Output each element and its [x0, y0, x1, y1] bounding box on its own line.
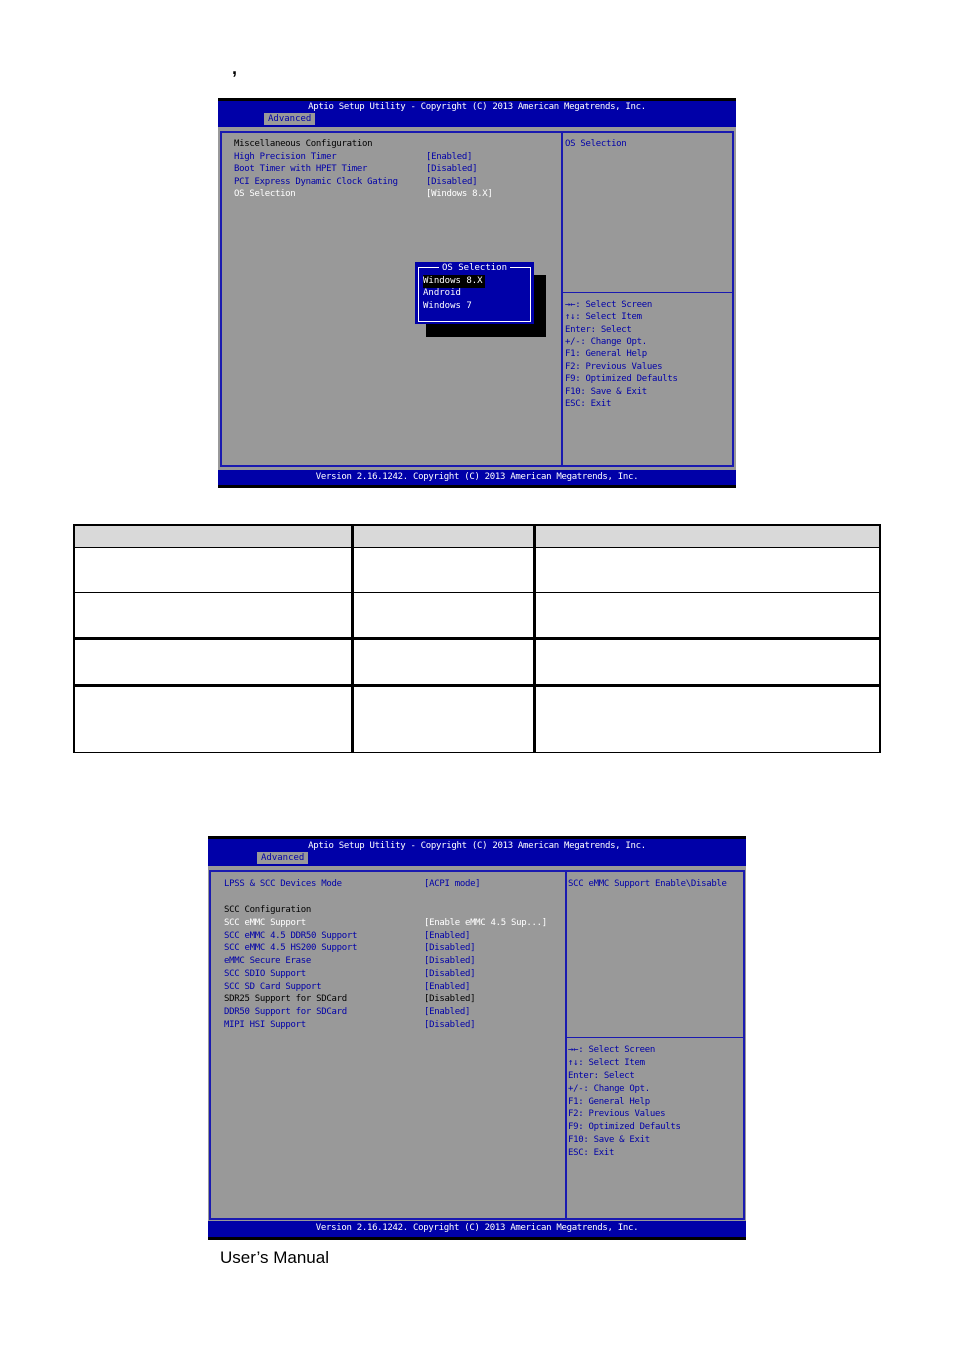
bios-screen-os-selection: Aptio Setup Utility - Copyright (C) 2013…: [218, 98, 736, 488]
table-cell: [351, 637, 535, 686]
key-hint: +/-: Change Opt.: [565, 337, 647, 347]
key-hint: ESC: Exit: [565, 399, 612, 409]
setting-lpss-scc-devices-mode[interactable]: LPSS & SCC Devices Mode: [224, 878, 342, 891]
bios-footer: Version 2.16.1242. Copyright (C) 2013 Am…: [208, 1221, 746, 1240]
setting-value[interactable]: [Disabled]: [424, 942, 475, 955]
key-hint: F9: Optimized Defaults: [568, 1122, 681, 1132]
setting-pcie-dynamic-clock-gating[interactable]: PCI Express Dynamic Clock Gating: [234, 176, 398, 189]
setting-value[interactable]: [Windows 8.X]: [426, 188, 493, 201]
setting-boot-timer-hpet[interactable]: Boot Timer with HPET Timer: [234, 163, 367, 176]
setting-value[interactable]: [Disabled]: [424, 968, 475, 981]
table-row: [73, 592, 881, 639]
popup-option-android[interactable]: Android: [423, 287, 461, 300]
table-cell: [73, 637, 353, 686]
table-row: [73, 684, 881, 753]
setting-value: [Disabled]: [424, 994, 476, 1004]
setting-value[interactable]: [Enabled]: [424, 1006, 470, 1019]
setting-scc-emmc-support[interactable]: SCC eMMC Support: [224, 917, 306, 930]
help-divider: [563, 292, 732, 293]
setting-emmc-secure-erase[interactable]: eMMC Secure Erase: [224, 955, 311, 968]
setting-mipi-hsi-support[interactable]: MIPI HSI Support: [224, 1019, 306, 1032]
setting-sdr25-support: SDR25 Support for SDCard: [224, 994, 347, 1004]
options-table: [73, 524, 881, 753]
table-cell: [533, 547, 881, 593]
table-cell: [73, 547, 353, 593]
help-divider: [567, 1037, 743, 1038]
key-hint: ↑↓: Select Item: [565, 312, 642, 322]
page-footer-manual: User’s Manual: [220, 1248, 329, 1267]
panel-divider: [565, 870, 567, 1220]
setting-scc-emmc-ddr50[interactable]: SCC eMMC 4.5 DDR50 Support: [224, 930, 357, 943]
setting-value[interactable]: [Disabled]: [424, 955, 475, 968]
setting-value[interactable]: [Enabled]: [426, 151, 472, 164]
key-hint: ESC: Exit: [568, 1148, 615, 1158]
setting-value[interactable]: [Enabled]: [424, 981, 470, 994]
key-hint: F9: Optimized Defaults: [565, 374, 678, 384]
key-hint: F1: General Help: [568, 1097, 650, 1107]
setting-scc-sd-card-support[interactable]: SCC SD Card Support: [224, 981, 322, 994]
key-hint: F2: Previous Values: [565, 362, 663, 372]
setting-scc-sdio-support[interactable]: SCC SDIO Support: [224, 968, 306, 981]
table-row: [73, 547, 881, 593]
table-cell: [533, 637, 881, 686]
help-text: SCC eMMC Support Enable\Disable: [568, 879, 727, 889]
os-selection-popup: OS Selection Windows 8.X Android Windows…: [415, 262, 534, 324]
key-hint: F1: General Help: [565, 349, 647, 359]
setting-ddr50-support-sdcard[interactable]: DDR50 Support for SDCard: [224, 1006, 347, 1019]
tab-advanced[interactable]: Advanced: [257, 852, 309, 864]
setting-value[interactable]: [Enabled]: [424, 930, 470, 943]
section-heading: Miscellaneous Configuration: [234, 139, 373, 149]
section-heading: SCC Configuration: [224, 905, 312, 915]
key-hint: Enter: Select: [568, 1071, 635, 1081]
setting-os-selection[interactable]: OS Selection: [234, 188, 296, 201]
table-cell: [533, 684, 881, 753]
popup-option-windows-7[interactable]: Windows 7: [423, 300, 472, 313]
popup-title: OS Selection: [415, 262, 534, 275]
stray-comma: ,: [232, 58, 238, 78]
bios-footer: Version 2.16.1242. Copyright (C) 2013 Am…: [218, 470, 736, 488]
table-cell: [351, 592, 535, 639]
bios-screen-scc-configuration: Aptio Setup Utility - Copyright (C) 2013…: [208, 836, 746, 1240]
bios-title: Aptio Setup Utility - Copyright (C) 2013…: [308, 841, 646, 851]
setting-value[interactable]: [ACPI mode]: [424, 878, 481, 891]
key-hint: →←: Select Screen: [565, 300, 653, 310]
setting-value[interactable]: [Disabled]: [426, 176, 477, 189]
panel-divider: [561, 131, 563, 467]
key-hint: Enter: Select: [565, 325, 632, 335]
key-hint: F10: Save & Exit: [565, 387, 647, 397]
setting-high-precision-timer[interactable]: High Precision Timer: [234, 151, 337, 164]
table-header-row: [73, 524, 881, 548]
popup-title-text: OS Selection: [438, 263, 511, 273]
table-cell: [73, 592, 353, 639]
setting-value[interactable]: [Enable eMMC 4.5 Sup...]: [424, 917, 547, 930]
table-header-cell: [73, 524, 353, 548]
tab-advanced[interactable]: Advanced: [264, 113, 316, 125]
table-cell: [73, 684, 353, 753]
popup-option-windows-8x[interactable]: Windows 8.X: [423, 275, 485, 288]
table-header-cell: [533, 524, 881, 548]
key-hint: F2: Previous Values: [568, 1109, 666, 1119]
table-cell: [533, 592, 881, 639]
key-hint: ↑↓: Select Item: [568, 1058, 645, 1068]
table-cell: [351, 547, 535, 593]
setting-scc-emmc-hs200[interactable]: SCC eMMC 4.5 HS200 Support: [224, 942, 357, 955]
table-header-cell: [351, 524, 535, 548]
key-hint: F10: Save & Exit: [568, 1135, 650, 1145]
setting-value[interactable]: [Disabled]: [424, 1019, 475, 1032]
key-hint: →←: Select Screen: [568, 1045, 656, 1055]
bios-title: Aptio Setup Utility - Copyright (C) 2013…: [308, 102, 646, 112]
help-text: OS Selection: [565, 139, 627, 149]
table-cell: [351, 684, 535, 753]
key-hint: +/-: Change Opt.: [568, 1084, 650, 1094]
table-row: [73, 637, 881, 686]
setting-value[interactable]: [Disabled]: [426, 163, 477, 176]
